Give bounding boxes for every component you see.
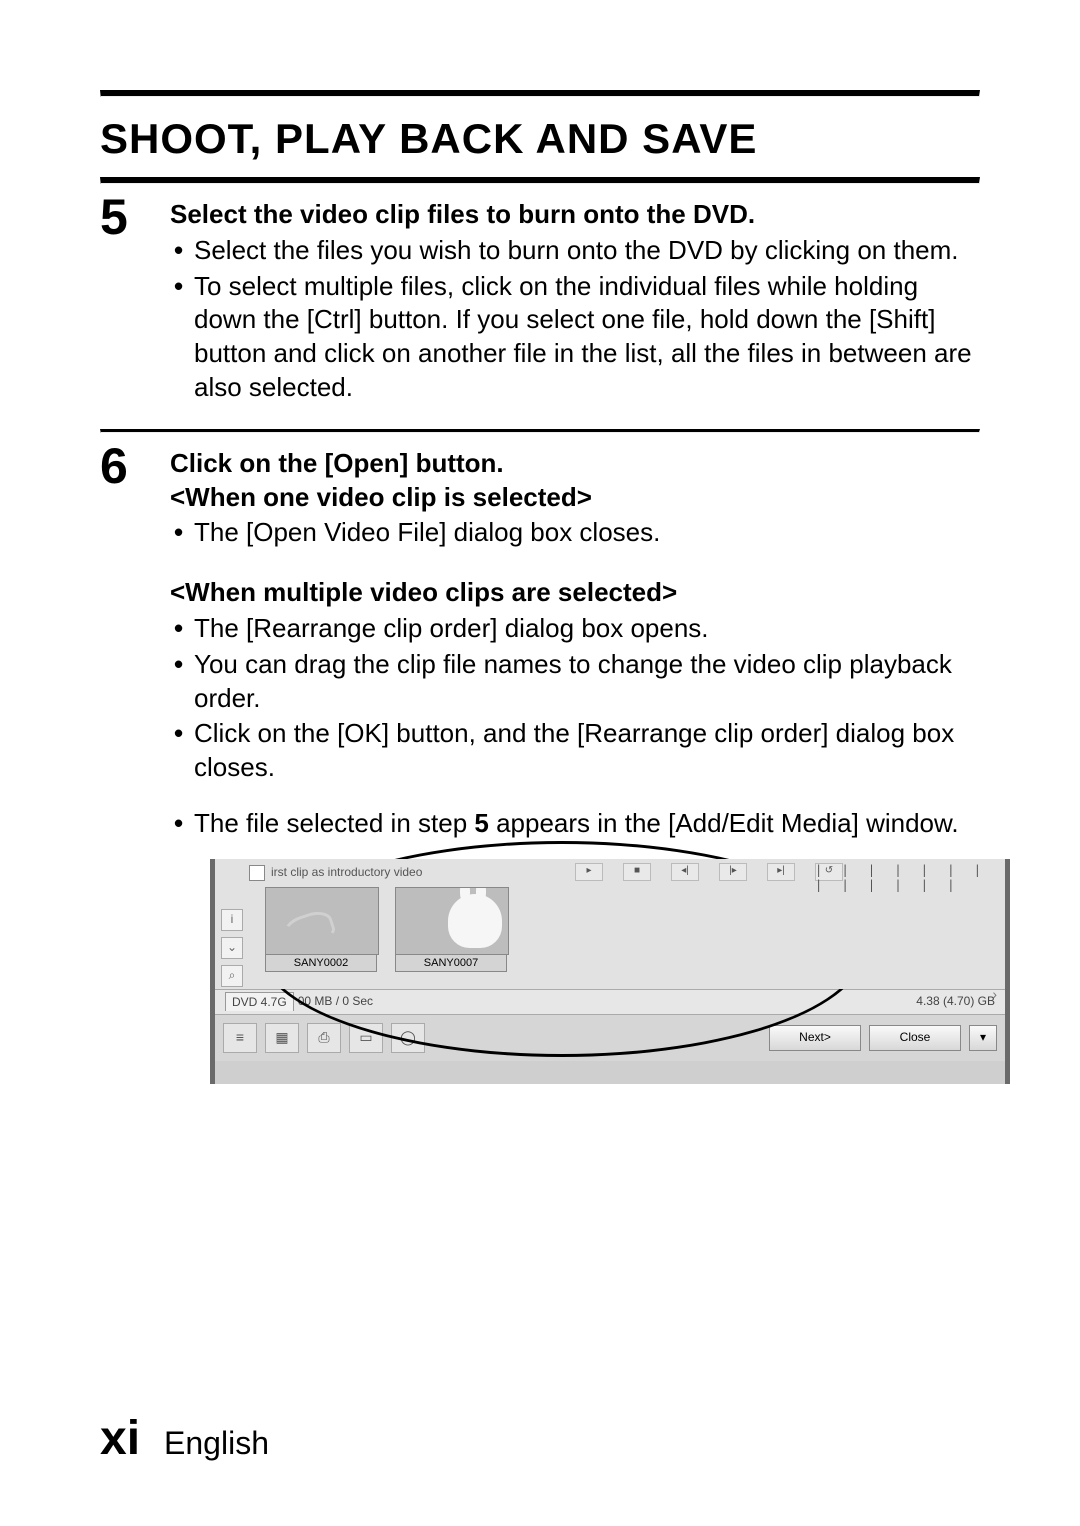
clip-thumb-2-caption: SANY0007: [395, 955, 507, 972]
step-6-body: Click on the [Open] button. <When one vi…: [170, 447, 1010, 1084]
search-icon[interactable]: ⌕: [221, 965, 243, 987]
section-title: SHOOT, PLAY BACK AND SAVE: [100, 115, 980, 163]
step-6-heading-line2: <When one video clip is selected>: [170, 481, 1010, 515]
manual-page: SHOOT, PLAY BACK AND SAVE 5 Select the v…: [0, 0, 1080, 1526]
playback-controls: ▸ ■ ◂| |▸ ▸| ↺: [575, 863, 843, 881]
step-6-bullet-a1: The [Open Video File] dialog box closes.: [194, 516, 1010, 550]
step-separator: [100, 429, 980, 433]
step-6-number: 6: [100, 441, 170, 491]
step-6-final-bold: 5: [474, 808, 488, 838]
bottom-toolbar: ≡ ▦ ⎙ ▭ ◯ Next> Close ▾: [215, 1014, 1005, 1061]
chevron-down-icon[interactable]: ⌄: [221, 937, 243, 959]
step-5-number: 5: [100, 192, 170, 242]
next-button[interactable]: Next>: [769, 1025, 861, 1051]
step-6-final-pre: The file selected in step: [194, 808, 474, 838]
print-icon[interactable]: ⎙: [307, 1023, 341, 1053]
info-icon[interactable]: i: [221, 909, 243, 931]
screen-icon[interactable]: ▭: [349, 1023, 383, 1053]
scroll-right-icon[interactable]: ›: [992, 985, 997, 1003]
step-6-bullets-a: The [Open Video File] dialog box closes.: [170, 516, 1010, 550]
app-window: ▸ ■ ◂| |▸ ▸| ↺ | | | | | | | | | | | | |…: [210, 859, 1010, 1084]
usage-text: 00 MB / 0 Sec: [298, 994, 373, 1010]
button-row: Next> Close ▾: [769, 1025, 997, 1051]
grid-view-icon[interactable]: ▦: [265, 1023, 299, 1053]
step-5-heading: Select the video clip files to burn onto…: [170, 198, 980, 232]
stop-button[interactable]: ■: [623, 863, 651, 881]
step-6-bullet-b2: You can drag the clip file names to chan…: [194, 648, 1010, 716]
step-6-final: The file selected in step 5 appears in t…: [170, 807, 1010, 841]
capacity-text: 4.38 (4.70) GB: [916, 994, 995, 1010]
capacity-bar: DVD 4.7G 00 MB / 0 Sec 4.38 (4.70) GB: [215, 989, 1005, 1014]
step-6: 6 Click on the [Open] button. <When one …: [100, 447, 980, 1084]
title-underline: [100, 177, 980, 184]
top-rule: [100, 90, 980, 97]
clip-thumb-1-image: [265, 887, 379, 955]
close-dropdown-icon[interactable]: ▾: [969, 1025, 997, 1051]
step-6-bullet-b1: The [Rearrange clip order] dialog box op…: [194, 612, 1010, 646]
clip-thumb-1-caption: SANY0002: [265, 955, 377, 972]
step-6-bullet-b3: Click on the [OK] button, and the [Rearr…: [194, 717, 1010, 785]
step-5: 5 Select the video clip files to burn on…: [100, 198, 980, 407]
prev-button[interactable]: ◂|: [671, 863, 699, 881]
end-button[interactable]: ▸|: [767, 863, 795, 881]
step-5-bullet-1: Select the files you wish to burn onto t…: [194, 234, 980, 268]
timeline-ruler[interactable]: | | | | | | | | | | | | |: [815, 863, 995, 879]
clip-thumb-1[interactable]: SANY0002: [265, 887, 377, 972]
dvd-tab[interactable]: DVD 4.7G: [225, 992, 294, 1011]
step-5-body: Select the video clip files to burn onto…: [170, 198, 980, 407]
close-button[interactable]: Close: [869, 1025, 961, 1051]
clip-thumb-2[interactable]: SANY0007: [395, 887, 507, 972]
page-number: xi: [100, 1411, 140, 1466]
tool-row: ≡ ▦ ⎙ ▭ ◯: [223, 1023, 425, 1053]
step-6-final-post: appears in the [Add/Edit Media] window.: [489, 808, 959, 838]
disc-icon[interactable]: ◯: [391, 1023, 425, 1053]
step-6-subheading-2: <When multiple video clips are selected>: [170, 576, 1010, 610]
list-view-icon[interactable]: ≡: [223, 1023, 257, 1053]
clip-thumb-2-image: [395, 887, 509, 955]
side-tool-column: i ⌄ ⌕: [221, 909, 243, 987]
step-6-heading-line1: Click on the [Open] button.: [170, 447, 1010, 481]
clip-thumbnails: SANY0002 SANY0007: [265, 887, 999, 972]
step-6-final-bullet: The file selected in step 5 appears in t…: [194, 807, 1010, 841]
step-6-bullets-b: The [Rearrange clip order] dialog box op…: [170, 612, 1010, 785]
step-5-bullet-2: To select multiple files, click on the i…: [194, 270, 980, 405]
next-button[interactable]: |▸: [719, 863, 747, 881]
media-panel: ▸ ■ ◂| |▸ ▸| ↺ | | | | | | | | | | | | |…: [215, 859, 1005, 989]
page-language: English: [164, 1425, 269, 1462]
play-button[interactable]: ▸: [575, 863, 603, 881]
step-5-bullets: Select the files you wish to burn onto t…: [170, 234, 980, 405]
page-footer: xi English: [100, 1411, 269, 1466]
intro-clip-checkbox[interactable]: [249, 865, 265, 881]
intro-clip-label: irst clip as introductory video: [271, 865, 422, 881]
